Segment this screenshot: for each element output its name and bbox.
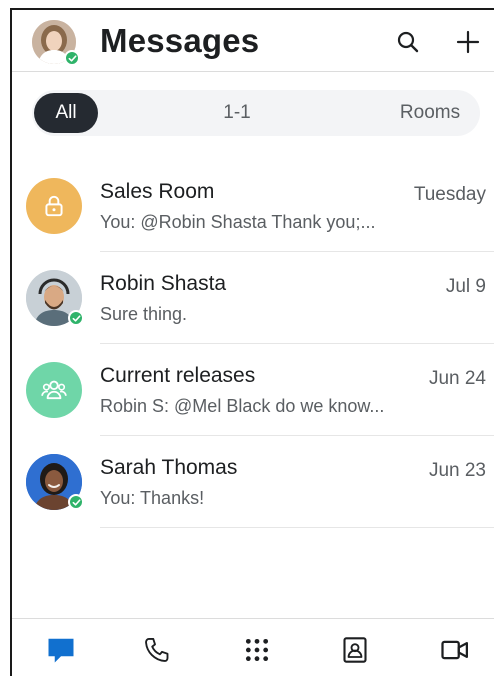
video-icon xyxy=(441,640,468,660)
conversation-preview: You: Thanks! xyxy=(100,488,205,508)
tab-meetings[interactable] xyxy=(438,633,472,667)
row-divider xyxy=(100,527,494,528)
conversation-preview: You: @Robin Shasta Thank you;... xyxy=(100,212,376,232)
conversation-name: Sarah Thomas xyxy=(100,456,238,479)
plus-icon xyxy=(456,30,480,54)
conversation-row[interactable]: Robin Shasta Sure thing. Jul 9 xyxy=(12,252,494,344)
phone-icon xyxy=(145,637,169,662)
group-icon xyxy=(41,380,67,400)
contacts-icon xyxy=(343,637,367,663)
search-icon xyxy=(397,31,419,53)
conversation-time: Jun 23 xyxy=(428,460,486,481)
filter-all[interactable]: All xyxy=(34,93,98,133)
conversation-row[interactable]: Sales Room You: @Robin Shasta Thank you;… xyxy=(12,160,494,252)
room-avatar xyxy=(26,178,82,234)
conversation-preview: Robin S: @Mel Black do we know... xyxy=(100,396,385,416)
presence-badge xyxy=(68,494,84,510)
conversation-name: Sales Room xyxy=(100,180,215,203)
tab-contacts[interactable] xyxy=(338,633,372,667)
search-button[interactable] xyxy=(394,28,422,56)
tab-apps[interactable] xyxy=(240,633,274,667)
conversation-time: Jun 24 xyxy=(428,368,486,389)
conversation-list: Sales Room You: @Robin Shasta Thank you;… xyxy=(12,160,494,528)
conversation-time: Jul 9 xyxy=(445,276,486,297)
tab-calls[interactable] xyxy=(140,633,174,667)
new-message-button[interactable] xyxy=(454,28,482,56)
filter-segmented-control: All 1-1 Rooms xyxy=(32,90,480,136)
conversation-row[interactable]: Current releases Robin S: @Mel Black do … xyxy=(12,344,494,436)
check-icon xyxy=(72,498,80,506)
conversation-row[interactable]: Sarah Thomas You: Thanks! Jun 23 xyxy=(12,436,494,528)
bottom-tab-bar xyxy=(12,618,494,676)
conversation-name: Robin Shasta xyxy=(100,272,227,295)
check-icon xyxy=(68,54,76,62)
apps-grid-icon xyxy=(245,638,269,662)
room-avatar xyxy=(26,362,82,418)
filter-1-1[interactable]: 1-1 xyxy=(202,90,272,136)
message-icon xyxy=(48,638,74,663)
tab-messages[interactable] xyxy=(44,633,78,667)
presence-badge xyxy=(68,310,84,326)
conversation-preview: Sure thing. xyxy=(100,304,188,324)
filter-rooms[interactable]: Rooms xyxy=(388,90,472,136)
app-frame: Messages All 1-1 Rooms Sales Room You: @… xyxy=(10,8,494,676)
my-presence-badge xyxy=(64,50,80,66)
check-icon xyxy=(72,314,80,322)
lock-icon xyxy=(45,195,63,217)
header: Messages xyxy=(12,10,494,72)
conversation-name: Current releases xyxy=(100,364,256,387)
page-title: Messages xyxy=(100,22,260,59)
conversation-time: Tuesday xyxy=(413,184,486,205)
